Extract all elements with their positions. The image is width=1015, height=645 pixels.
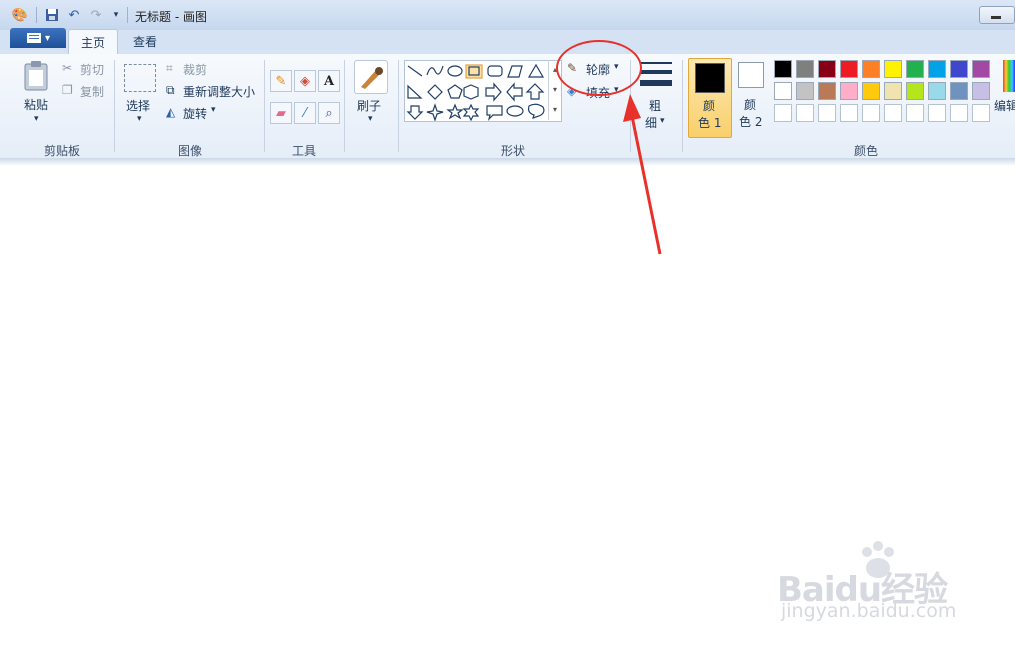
palette-swatch[interactable] — [840, 60, 858, 78]
edit-colors-button[interactable]: 编辑 — [994, 97, 1015, 114]
select-button[interactable]: 选择 — [126, 97, 150, 114]
rotate-icon: ◭ — [166, 105, 176, 119]
brush-icon[interactable] — [354, 60, 388, 94]
custom-color-slot[interactable] — [774, 104, 792, 122]
crop-button[interactable]: 裁剪 — [183, 61, 207, 78]
palette-swatch[interactable] — [972, 82, 990, 100]
separator — [127, 7, 128, 23]
group-label-tools: 工具 — [291, 144, 316, 158]
custom-color-slot[interactable] — [862, 104, 880, 122]
resize-button[interactable]: 重新调整大小 — [183, 83, 255, 100]
palette-swatch[interactable] — [840, 82, 858, 100]
brushes-button[interactable]: 刷子 — [357, 97, 381, 114]
palette-swatch[interactable] — [796, 82, 814, 100]
chevron-down-icon[interactable]: ▾ — [368, 114, 373, 124]
scissors-icon: ✂ — [62, 61, 73, 75]
text-tool-icon[interactable]: A — [318, 70, 340, 92]
rotate-button[interactable]: 旋转 — [183, 105, 207, 122]
edit-colors-icon[interactable] — [1003, 60, 1015, 92]
palette-swatch[interactable] — [950, 82, 968, 100]
custom-color-slot[interactable] — [840, 104, 858, 122]
pencil-icon[interactable]: ✎ — [270, 70, 292, 92]
resize-icon: ⧉ — [166, 83, 175, 97]
redo-icon[interactable]: ↷ — [88, 7, 104, 23]
shapes-icons — [406, 63, 545, 121]
color1-button[interactable]: 颜 色 1 — [688, 58, 732, 138]
watermark: Baidu经验 jingyan.baidu.com — [777, 538, 977, 628]
paste-button[interactable]: 粘贴 — [24, 96, 48, 113]
fill-bucket-icon[interactable]: ◈ — [294, 70, 316, 92]
group-separator — [114, 60, 115, 152]
palette-swatch[interactable] — [818, 82, 836, 100]
custom-color-slot[interactable] — [818, 104, 836, 122]
custom-color-slot[interactable] — [884, 104, 902, 122]
custom-color-slot[interactable] — [928, 104, 946, 122]
undo-icon[interactable]: ↶ — [66, 7, 82, 23]
eraser-icon[interactable]: ▰ — [270, 102, 292, 124]
color2-label-bottom[interactable]: 色 2 — [739, 113, 762, 130]
palette-swatch[interactable] — [884, 82, 902, 100]
copy-icon: ❐ — [62, 83, 73, 97]
watermark-url: jingyan.baidu.com — [781, 600, 957, 622]
group-label-shapes: 形状 — [500, 144, 525, 158]
palette-swatch[interactable] — [774, 82, 792, 100]
annotation-arrow — [623, 94, 662, 255]
palette-swatch[interactable] — [884, 60, 902, 78]
group-label-clipboard: 剪贴板 — [43, 144, 80, 158]
separator — [36, 7, 37, 23]
chevron-down-icon: ▾ — [44, 32, 51, 44]
color1-label-bottom: 色 1 — [698, 116, 722, 130]
group-label-colors: 颜色 — [853, 144, 878, 158]
paste-icon[interactable] — [22, 60, 50, 92]
customize-quick-access-icon[interactable]: ▾ — [108, 7, 124, 23]
color-picker-icon[interactable]: ⁄ — [294, 102, 316, 124]
color2-label-top[interactable]: 颜 — [744, 96, 756, 113]
menu-icon — [26, 33, 41, 43]
paint-app-icon[interactable]: 🎨 — [12, 7, 28, 23]
cut-button[interactable]: 剪切 — [80, 61, 104, 78]
palette-swatch[interactable] — [818, 60, 836, 78]
custom-color-slot[interactable] — [950, 104, 968, 122]
minimize-button[interactable] — [979, 6, 1015, 24]
palette-swatch[interactable] — [862, 82, 880, 100]
chevron-down-icon[interactable]: ▾ — [211, 105, 216, 115]
color1-label-top: 颜 — [703, 99, 716, 113]
title-bar: 🎨 ↶ ↷ ▾ 无标题 - 画图 — [0, 0, 1015, 31]
palette-swatch[interactable] — [906, 60, 924, 78]
crop-icon: ⌗ — [166, 61, 173, 75]
group-separator — [398, 60, 399, 152]
group-separator — [264, 60, 265, 152]
magnifier-icon[interactable]: ⌕ — [318, 102, 340, 124]
group-separator — [344, 60, 345, 152]
custom-color-slot[interactable] — [972, 104, 990, 122]
copy-button[interactable]: 复制 — [80, 83, 104, 100]
shapes-gallery — [404, 60, 562, 122]
custom-color-slot[interactable] — [796, 104, 814, 122]
select-icon[interactable] — [124, 64, 156, 92]
palette-swatch[interactable] — [862, 60, 880, 78]
size-icon[interactable] — [640, 62, 672, 90]
color-palette — [774, 60, 996, 124]
chevron-down-icon[interactable]: ▾ — [34, 114, 39, 124]
color1-swatch — [695, 63, 725, 93]
window-title: 无标题 - 画图 — [135, 10, 207, 24]
tab-view[interactable]: 查看 — [122, 29, 168, 53]
palette-swatch[interactable] — [796, 60, 814, 78]
palette-swatch[interactable] — [906, 82, 924, 100]
palette-swatch[interactable] — [774, 60, 792, 78]
palette-swatch[interactable] — [950, 60, 968, 78]
group-separator — [682, 60, 683, 152]
color2-swatch[interactable] — [738, 62, 764, 88]
palette-swatch[interactable] — [928, 60, 946, 78]
ribbon-shadow — [0, 158, 1015, 166]
custom-color-slot[interactable] — [906, 104, 924, 122]
paint-menu-button[interactable]: ▾ — [10, 28, 66, 48]
palette-swatch[interactable] — [928, 82, 946, 100]
group-label-image: 图像 — [177, 144, 202, 158]
palette-swatch[interactable] — [972, 60, 990, 78]
chevron-down-icon[interactable]: ▾ — [137, 114, 142, 124]
save-icon[interactable] — [44, 7, 60, 23]
tab-home[interactable]: 主页 — [68, 29, 118, 54]
